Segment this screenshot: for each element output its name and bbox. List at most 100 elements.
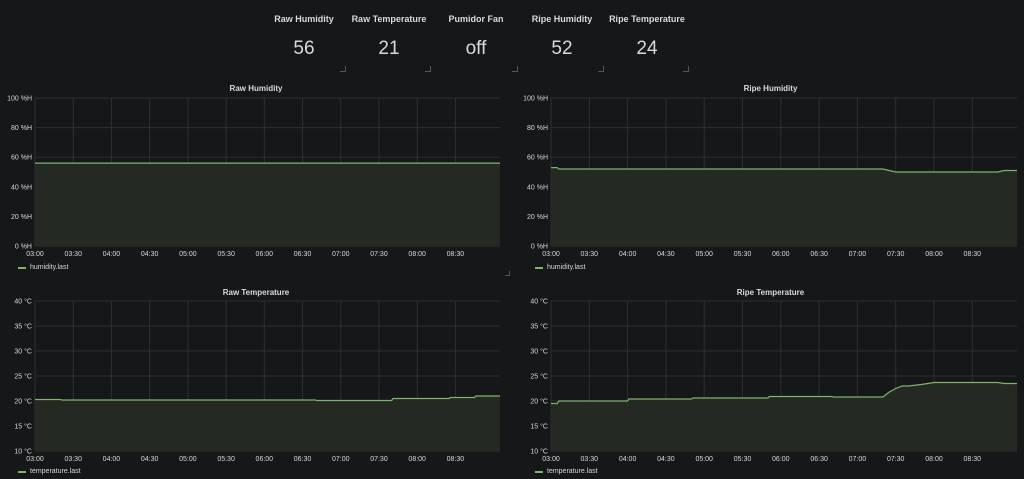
x-tick-label: 03:00	[26, 456, 44, 463]
legend-label: humidity.last	[30, 264, 69, 271]
x-tick-label: 05:30	[217, 251, 235, 258]
x-tick-label: 07:30	[887, 456, 905, 463]
x-tick-label: 07:00	[332, 456, 350, 463]
resize-handle-icon[interactable]	[340, 66, 346, 72]
y-tick-label: 15 °C	[14, 423, 32, 431]
legend-swatch	[18, 470, 26, 473]
legend[interactable]: humidity.last	[18, 264, 68, 271]
x-tick-label: 06:00	[256, 251, 274, 258]
resize-handle-icon[interactable]	[512, 66, 518, 72]
graph-ripe-humidity[interactable]: Ripe Humidity 0 %H 20 %H 40 %H 60 %H 80 %H 10…	[517, 78, 1024, 278]
x-tick-label: 05:30	[217, 456, 235, 463]
y-tick-label: 20 %H	[11, 214, 32, 221]
x-tick-label: 04:00	[619, 456, 637, 463]
x-tick-label: 03:30	[64, 456, 82, 463]
x-tick-label: 04:30	[657, 251, 675, 258]
y-tick-label: 80 %H	[527, 125, 548, 132]
x-tick-label: 07:00	[849, 456, 867, 463]
y-tick-label: 30 °C	[14, 348, 32, 356]
x-tick-label: 06:30	[810, 251, 828, 258]
x-tick-label: 03:00	[542, 251, 560, 258]
stat-title: Pumidor Fan	[448, 14, 504, 24]
stat-pumidor-fan[interactable]: Pumidor Fan off	[434, 4, 518, 72]
resize-handle-icon[interactable]	[683, 66, 689, 72]
x-tick-label: 08:00	[408, 456, 426, 463]
x-tick-label: 07:30	[370, 251, 388, 258]
x-tick-label: 06:00	[256, 456, 274, 463]
x-tick-label: 03:00	[26, 251, 44, 258]
legend-swatch	[18, 266, 26, 269]
legend[interactable]: temperature.last	[535, 468, 598, 475]
x-tick-label: 05:00	[695, 456, 713, 463]
stat-ripe-temperature[interactable]: Ripe Temperature 24	[605, 4, 689, 72]
x-tick-label: 08:30	[447, 456, 465, 463]
stat-value: 24	[636, 38, 658, 59]
legend[interactable]: temperature.last	[18, 468, 81, 475]
y-tick-label: 20 °C	[14, 398, 32, 406]
x-tick-label: 04:30	[141, 251, 159, 258]
y-tick-label: 15 °C	[530, 423, 548, 431]
x-tick-label: 04:30	[141, 456, 159, 463]
graph-raw-temperature[interactable]: Raw Temperature 10 °C 15 °C 20 °C 25 °C 30 °…	[0, 282, 512, 479]
stat-raw-temperature[interactable]: Raw Temperature 21	[347, 4, 431, 72]
y-tick-label: 10 °C	[530, 448, 548, 456]
x-tick-label: 08:00	[408, 251, 426, 258]
graph-ripe-temperature[interactable]: Ripe Temperature 10 °C 15 °C 20 °C 25 °C 30 …	[517, 282, 1024, 479]
chart-svg: 0 %H 20 %H 40 %H 60 %H 80 %H 100 %H 03:00 03:30…	[523, 96, 1017, 258]
stat-title: Raw Humidity	[274, 14, 334, 24]
x-tick-label: 05:30	[734, 456, 752, 463]
x-tick-label: 06:00	[772, 251, 790, 258]
legend-swatch	[535, 266, 543, 269]
y-tick-label: 40 °C	[14, 298, 32, 306]
series-area	[551, 382, 1017, 451]
x-tick-label: 08:30	[447, 251, 465, 258]
y-tick-label: 20 °C	[530, 398, 548, 406]
x-tick-label: 06:30	[294, 456, 312, 463]
resize-handle-icon[interactable]	[598, 66, 604, 72]
y-tick-label: 25 °C	[530, 373, 548, 381]
y-tick-label: 100 %H	[7, 96, 32, 103]
x-tick-label: 06:00	[772, 456, 790, 463]
legend-label: temperature.last	[30, 468, 81, 475]
series-area	[35, 396, 500, 451]
x-tick-label: 05:00	[695, 251, 713, 258]
legend-swatch	[535, 470, 543, 473]
resize-handle-icon[interactable]	[505, 271, 510, 276]
stat-title: Ripe Humidity	[531, 14, 593, 24]
x-tick-label: 04:30	[657, 456, 675, 463]
x-tick-label: 03:30	[581, 456, 599, 463]
series-area	[35, 163, 500, 246]
stat-value: off	[465, 38, 487, 59]
y-tick-label: 0 %H	[15, 244, 32, 251]
x-tick-label: 03:00	[542, 456, 560, 463]
stat-title: Raw Temperature	[351, 14, 427, 24]
stat-raw-humidity[interactable]: Raw Humidity 56	[262, 4, 346, 72]
x-tick-label: 04:00	[619, 251, 637, 258]
y-tick-label: 60 %H	[527, 155, 548, 162]
x-tick-label: 08:00	[925, 251, 943, 258]
x-tick-label: 08:30	[964, 251, 982, 258]
resize-handle-icon[interactable]	[425, 66, 431, 72]
y-tick-label: 20 %H	[527, 214, 548, 221]
x-tick-label: 07:30	[370, 456, 388, 463]
x-tick-label: 03:30	[64, 251, 82, 258]
series-area	[551, 167, 1017, 246]
stat-value: 52	[551, 38, 573, 59]
y-tick-label: 80 %H	[11, 125, 32, 132]
stat-ripe-humidity[interactable]: Ripe Humidity 52	[520, 4, 604, 72]
y-tick-label: 100 %H	[523, 96, 548, 103]
x-tick-label: 07:00	[332, 251, 350, 258]
y-tick-label: 40 %H	[527, 184, 548, 191]
x-tick-label: 07:30	[887, 251, 905, 258]
x-tick-label: 06:30	[810, 456, 828, 463]
y-tick-label: 30 °C	[530, 348, 548, 356]
legend-label: humidity.last	[547, 264, 586, 271]
x-tick-label: 05:00	[179, 456, 197, 463]
chart-svg: 10 °C 15 °C 20 °C 25 °C 30 °C 35 °C 40 °C 03:00…	[530, 298, 1017, 463]
y-tick-label: 35 °C	[530, 323, 548, 331]
x-tick-label: 07:00	[849, 251, 867, 258]
legend[interactable]: humidity.last	[535, 264, 585, 271]
graph-raw-humidity[interactable]: Raw Humidity 0 %H 20 %H 40 %H 60 %H 80 %H 100…	[0, 78, 512, 278]
stat-value: 56	[293, 38, 315, 59]
y-tick-label: 40 °C	[530, 298, 548, 306]
